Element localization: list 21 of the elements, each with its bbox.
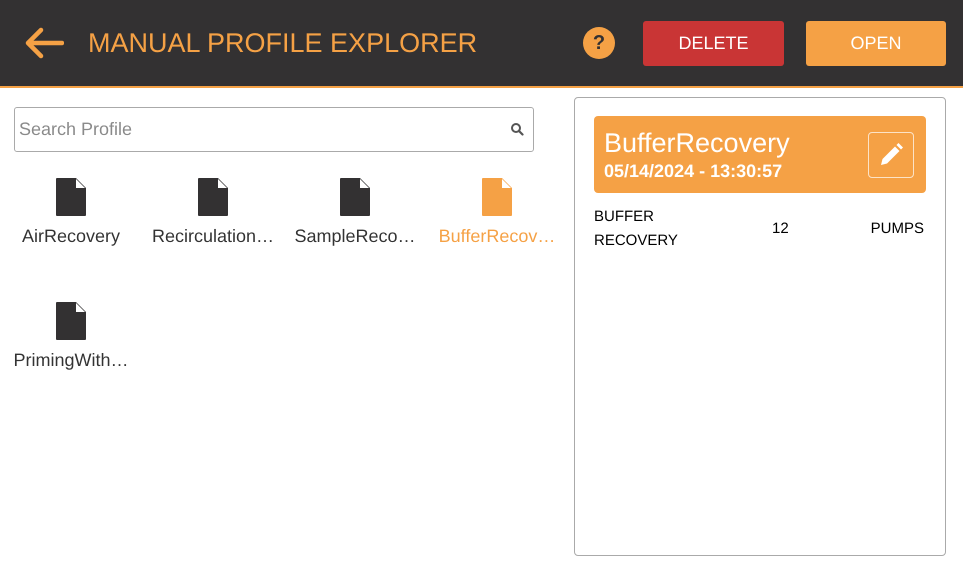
profile-description: BUFFER RECOVERY: [594, 207, 679, 251]
file-icon[interactable]: [340, 178, 370, 216]
file-icon[interactable]: [56, 302, 86, 340]
file-name[interactable]: AirRecovery: [22, 223, 120, 250]
file-name[interactable]: SampleReco…: [294, 223, 416, 250]
search-field[interactable]: Search Profile: [14, 107, 534, 152]
back-button[interactable]: [24, 27, 64, 59]
profile-category: PUMPS: [870, 218, 924, 239]
file-icon[interactable]: [56, 178, 86, 216]
pencil-icon: [878, 142, 904, 168]
page-title: MANUAL PROFILE EXPLORER: [88, 26, 478, 60]
profile-timestamp: 05/14/2024 - 13:30:57: [604, 160, 784, 182]
back-arrow-icon: [24, 27, 64, 59]
search-icon: [510, 122, 524, 136]
delete-button[interactable]: DELETE: [643, 20, 784, 66]
file-name[interactable]: PrimingWith…: [13, 347, 128, 374]
file-name[interactable]: Recirculation…: [152, 223, 274, 250]
help-button[interactable]: ?: [583, 27, 615, 59]
file-icon[interactable]: [198, 178, 228, 216]
step-count: 12: [772, 218, 789, 239]
profile-name: BufferRecovery: [604, 126, 791, 158]
